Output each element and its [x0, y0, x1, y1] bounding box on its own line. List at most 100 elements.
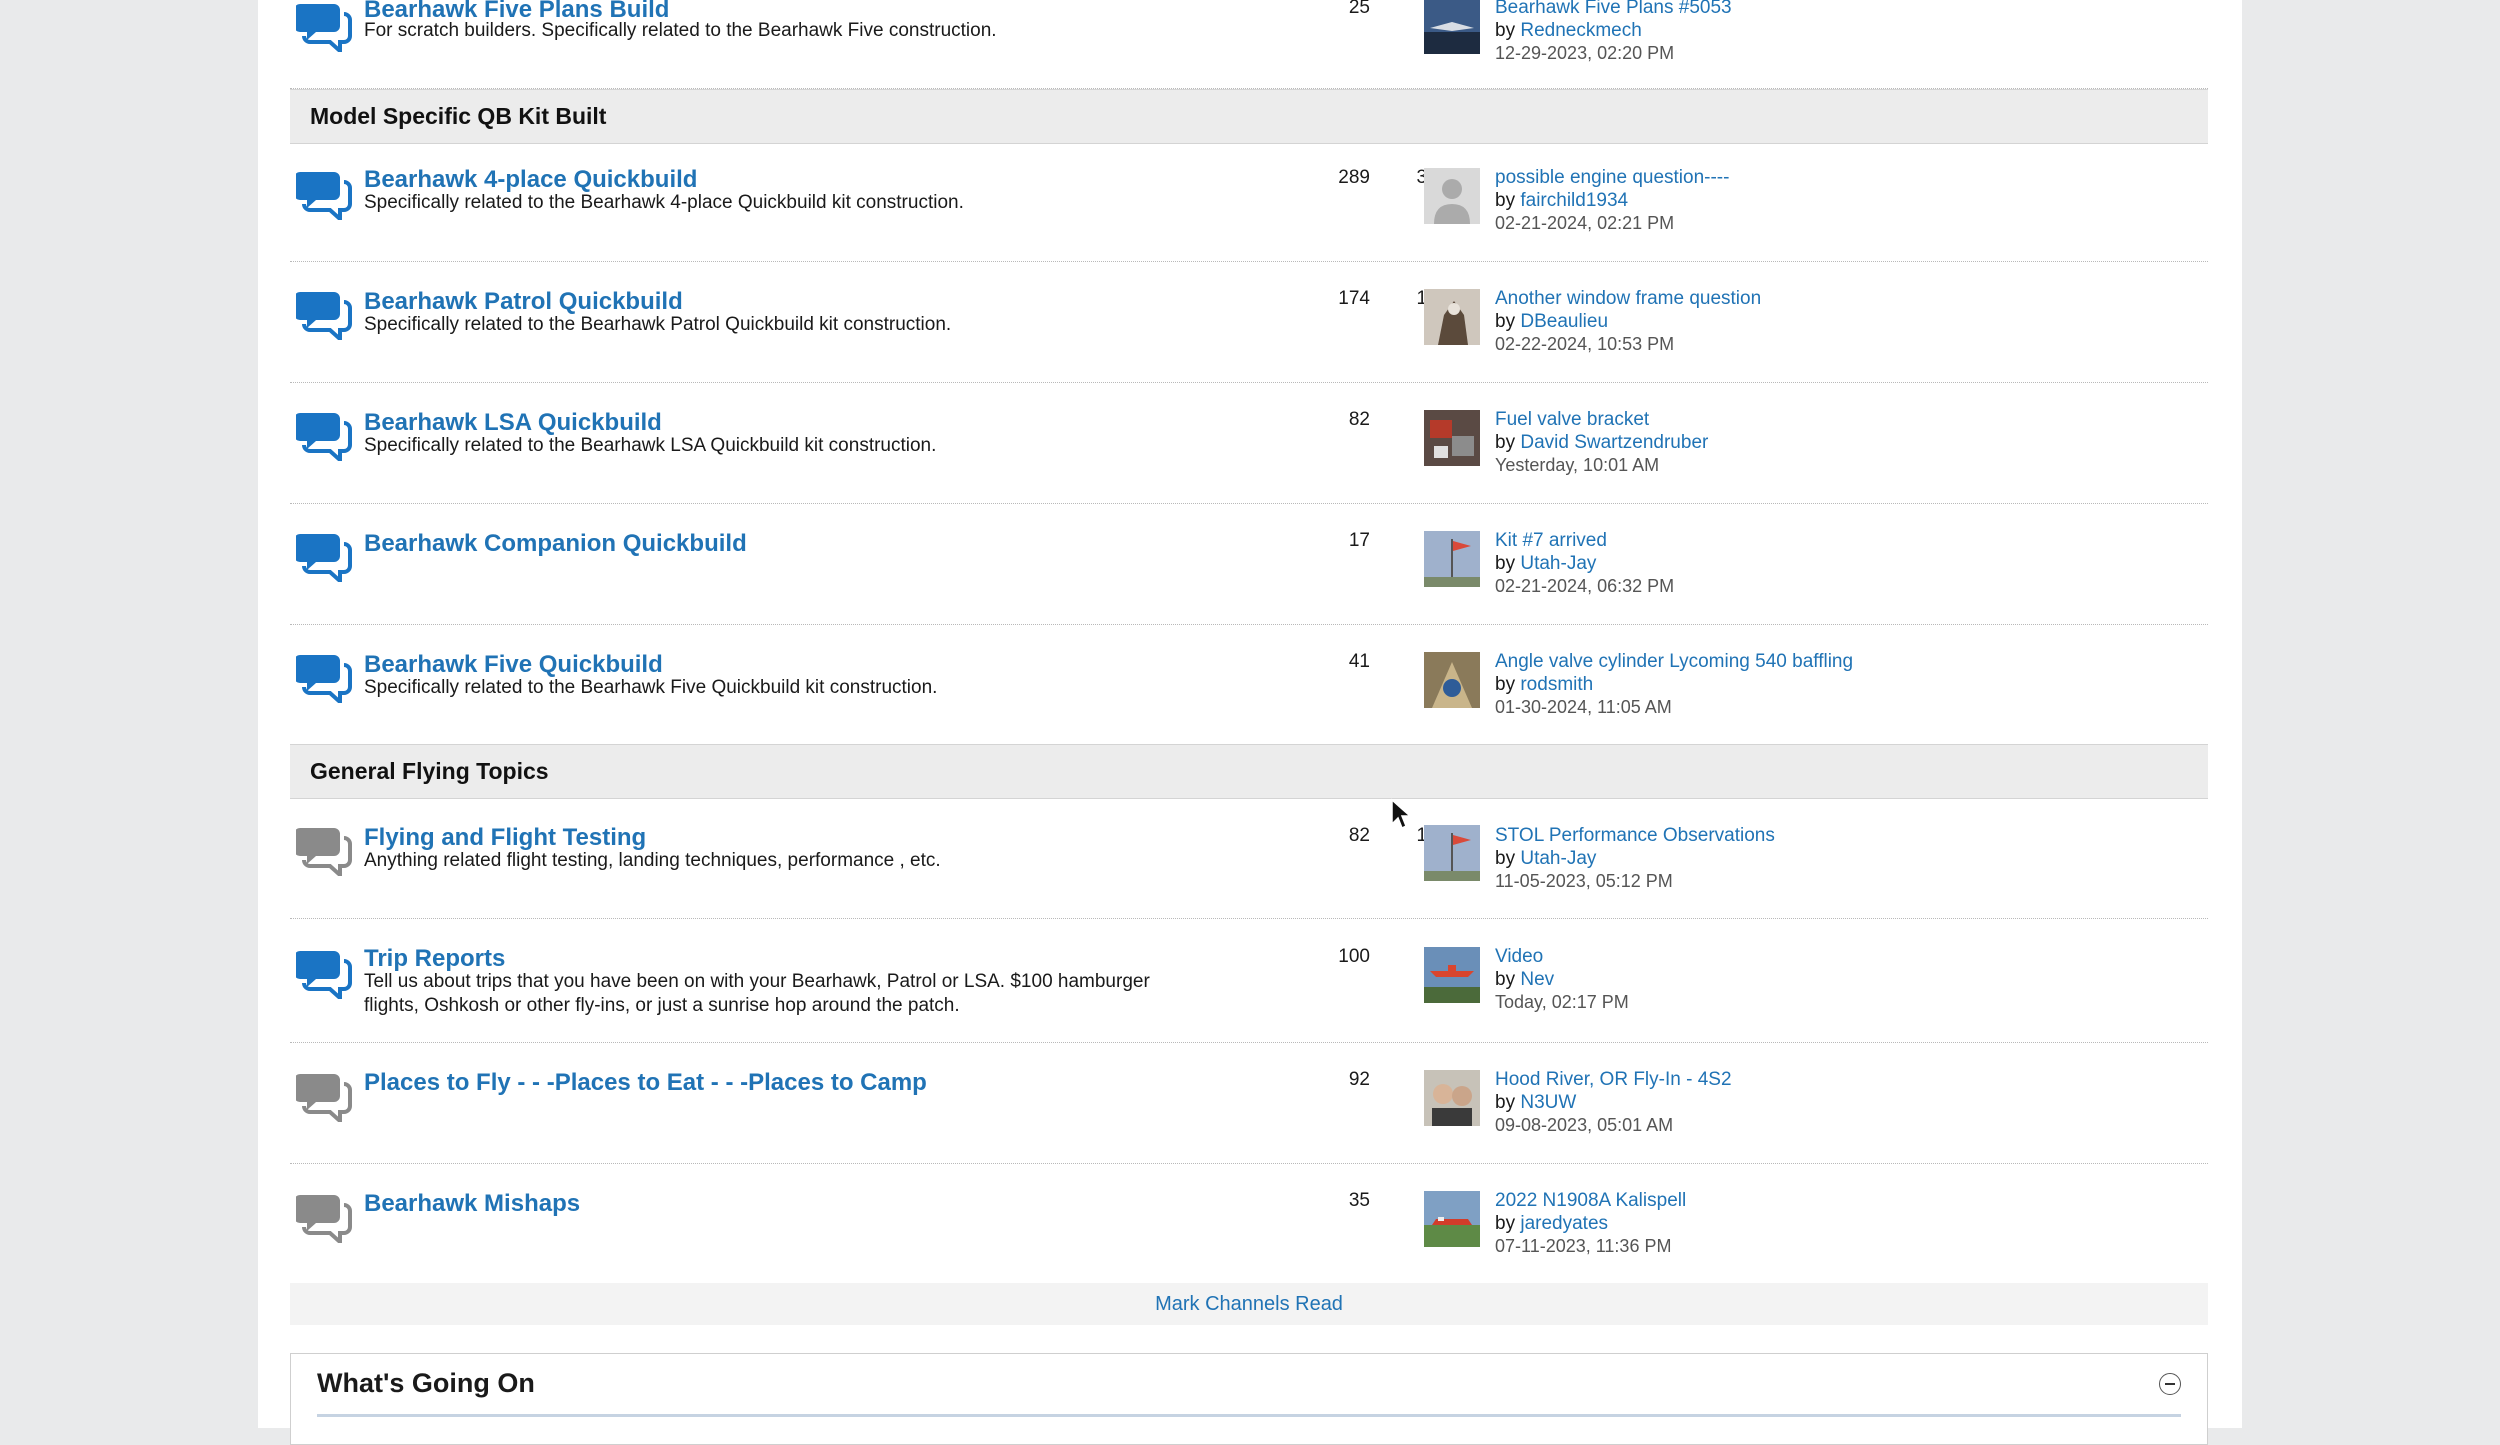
author-link[interactable]: Nev	[1520, 969, 1554, 990]
forum-description: Specifically related to the Bearhawk Fiv…	[364, 677, 938, 698]
last-post-title-link[interactable]: possible engine question----	[1495, 167, 1729, 189]
by-label: by	[1495, 20, 1521, 41]
chat-bubbles-icon[interactable]	[296, 1070, 352, 1122]
last-post-title-link[interactable]: 2022 N1908A Kalispell	[1495, 1190, 1686, 1212]
author-link[interactable]: Utah-Jay	[1520, 848, 1596, 869]
author-link[interactable]: N3UW	[1520, 1092, 1576, 1113]
chat-bubbles-icon[interactable]	[296, 0, 352, 52]
last-post-title-link[interactable]: Kit #7 arrived	[1495, 530, 1607, 552]
last-post-date: 02-21-2024, 02:21 PM	[1495, 213, 1675, 233]
avatar[interactable]	[1424, 1070, 1480, 1126]
last-post-date: Today, 02:17 PM	[1495, 992, 1629, 1012]
forum-title-link[interactable]: Bearhawk Patrol Quickbuild	[364, 288, 683, 316]
by-label: by	[1495, 311, 1521, 332]
whats-going-on-title: What's Going On	[317, 1368, 535, 1398]
author-link[interactable]: Utah-Jay	[1520, 553, 1596, 574]
forum-title-link[interactable]: Bearhawk Mishaps	[364, 1190, 580, 1218]
avatar[interactable]	[1424, 1191, 1480, 1247]
avatar[interactable]	[1424, 168, 1480, 224]
author-link[interactable]: Redneckmech	[1520, 20, 1641, 41]
avatar[interactable]	[1424, 531, 1480, 587]
topics-count: 174	[1338, 288, 1370, 309]
last-post-author: by Utah-Jay	[1495, 848, 1596, 870]
chat-bubbles-icon[interactable]	[296, 651, 352, 703]
chat-bubbles-icon[interactable]	[296, 947, 352, 999]
whats-going-on-panel: What's Going On	[290, 1353, 2208, 1445]
last-post-date: 02-21-2024, 06:32 PM	[1495, 576, 1675, 596]
collapse-icon[interactable]	[2159, 1373, 2181, 1395]
chat-bubbles-icon[interactable]	[296, 288, 352, 340]
last-post-title-link[interactable]: Angle valve cylinder Lycoming 540 baffli…	[1495, 651, 1853, 673]
topics-count: 100	[1338, 946, 1370, 967]
panel-divider	[317, 1414, 2181, 1417]
mark-channels-read-link[interactable]: Mark Channels Read	[290, 1293, 2208, 1316]
last-post-author: by jaredyates	[1495, 1213, 1608, 1235]
avatar[interactable]	[1424, 825, 1480, 881]
by-label: by	[1495, 674, 1521, 695]
section-title: Model Specific QB Kit Built	[310, 103, 607, 129]
avatar[interactable]	[1424, 947, 1480, 1003]
forum-row: Bearhawk 4-place Quickbuild Specifically…	[290, 142, 2208, 262]
forum-description: Specifically related to the Bearhawk 4-p…	[364, 192, 964, 213]
chat-bubbles-icon[interactable]	[296, 168, 352, 220]
last-post-date: 09-08-2023, 05:01 AM	[1495, 1115, 1674, 1135]
topics-count: 35	[1348, 1190, 1370, 1211]
avatar[interactable]	[1424, 410, 1480, 466]
last-post-title-link[interactable]: Hood River, OR Fly-In - 4S2	[1495, 1069, 1732, 1091]
forum-row: Places to Fly - - -Places to Eat - - -Pl…	[290, 1043, 2208, 1164]
by-label: by	[1495, 553, 1521, 574]
mark-channels-read-bar: Mark Channels Read	[290, 1283, 2208, 1325]
topics-count: 82	[1348, 825, 1370, 846]
forum-title-link[interactable]: Bearhawk 4-place Quickbuild	[364, 166, 697, 194]
forum-title-link[interactable]: Bearhawk Five Quickbuild	[364, 651, 663, 679]
forum-row: Trip Reports Tell us about trips that yo…	[290, 919, 2208, 1043]
forum-description: Anything related flight testing, landing…	[364, 850, 941, 871]
last-post-title-link[interactable]: STOL Performance Observations	[1495, 825, 1775, 847]
author-link[interactable]: DBeaulieu	[1520, 311, 1608, 332]
last-post-title-link[interactable]: Video	[1495, 946, 1543, 968]
last-post-date: 02-22-2024, 10:53 PM	[1495, 334, 1675, 354]
by-label: by	[1495, 432, 1521, 453]
author-link[interactable]: rodsmith	[1520, 674, 1593, 695]
last-post-date: 01-30-2024, 11:05 AM	[1495, 697, 1672, 717]
forum-title-link[interactable]: Bearhawk Companion Quickbuild	[364, 530, 747, 558]
by-label: by	[1495, 1092, 1521, 1113]
forum-title-link[interactable]: Places to Fly - - -Places to Eat - - -Pl…	[364, 1069, 927, 1097]
page-container: Bearhawk Five Plans Build For scratch bu…	[258, 0, 2242, 1445]
forum-row: Bearhawk Five Plans Build For scratch bu…	[290, 0, 2208, 89]
topics-count: 41	[1348, 651, 1370, 672]
last-post-author: by fairchild1934	[1495, 190, 1628, 212]
by-label: by	[1495, 190, 1521, 211]
forum-description: Specifically related to the Bearhawk LSA…	[364, 435, 937, 456]
avatar[interactable]	[1424, 289, 1480, 345]
last-post-title-link[interactable]: Fuel valve bracket	[1495, 409, 1649, 431]
mouse-cursor-icon	[1391, 798, 1412, 830]
forum-title-link[interactable]: Flying and Flight Testing	[364, 824, 646, 852]
last-post-date: 12-29-2023, 02:20 PM	[1495, 43, 1675, 63]
avatar[interactable]	[1424, 652, 1480, 708]
last-post-date: 11-05-2023, 05:12 PM	[1495, 871, 1673, 891]
chat-bubbles-icon[interactable]	[296, 1191, 352, 1243]
last-post-date: 07-11-2023, 11:36 PM	[1495, 1236, 1672, 1256]
forum-title-link[interactable]: Bearhawk LSA Quickbuild	[364, 409, 662, 437]
avatar[interactable]	[1424, 0, 1480, 54]
section-header: General Flying Topics	[290, 744, 2208, 799]
author-link[interactable]: David Swartzendruber	[1520, 432, 1708, 453]
forum-description: Specifically related to the Bearhawk Pat…	[364, 314, 952, 335]
chat-bubbles-icon[interactable]	[296, 824, 352, 876]
chat-bubbles-icon[interactable]	[296, 409, 352, 461]
author-link[interactable]: jaredyates	[1520, 1213, 1608, 1234]
last-post-author: by Redneckmech	[1495, 20, 1642, 42]
last-post-author: by DBeaulieu	[1495, 311, 1608, 333]
topics-count: 17	[1348, 530, 1370, 551]
forum-row: Bearhawk Patrol Quickbuild Specifically …	[290, 262, 2208, 383]
forum-title-link[interactable]: Trip Reports	[364, 945, 505, 973]
chat-bubbles-icon[interactable]	[296, 530, 352, 582]
author-link[interactable]: fairchild1934	[1520, 190, 1628, 211]
by-label: by	[1495, 848, 1521, 869]
topics-count: 82	[1348, 409, 1370, 430]
forum-row: Bearhawk Mishaps 35 46 2022 N1908A Kalis…	[290, 1164, 2208, 1283]
section-title: General Flying Topics	[310, 758, 549, 784]
last-post-title-link[interactable]: Bearhawk Five Plans #5053	[1495, 0, 1732, 19]
last-post-title-link[interactable]: Another window frame question	[1495, 288, 1761, 310]
